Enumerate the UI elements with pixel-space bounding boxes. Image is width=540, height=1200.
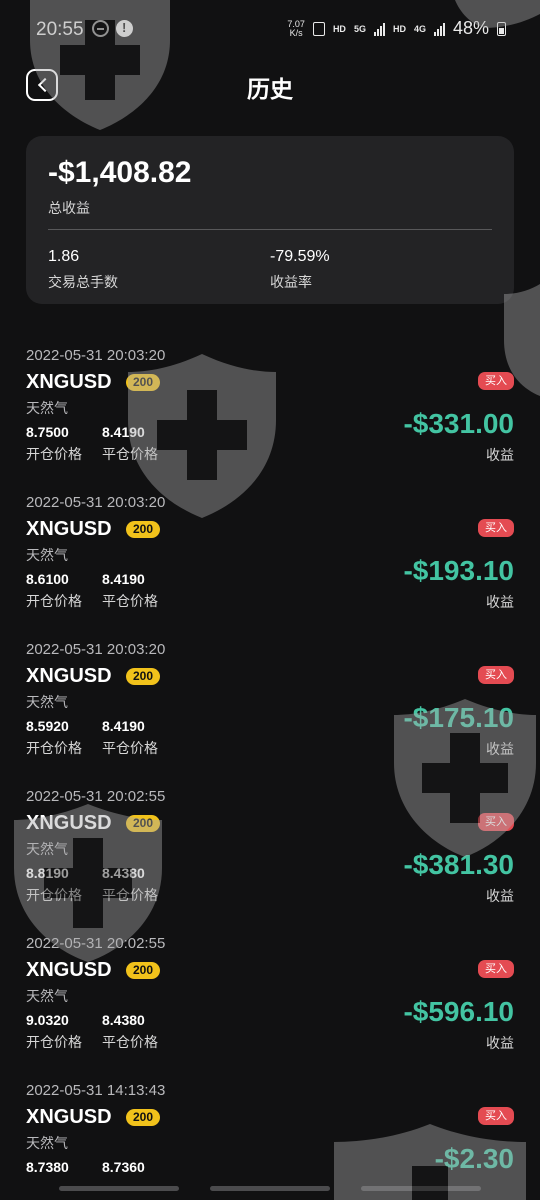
trade-item[interactable]: 2022-05-31 20:03:20 XNGUSD 200 天然气 8.610… [0,494,540,641]
trade-profit: -$331.00 [403,408,514,439]
trade-time: 2022-05-31 20:03:20 [26,641,166,658]
trade-symbol: XNGUSD [26,812,112,834]
open-price-label: 开仓价格 [26,741,82,757]
network-speed-unit: K/s [289,27,303,38]
alert-icon [116,20,133,37]
trade-instrument-name: 天然气 [26,401,68,417]
trade-instrument-name: 天然气 [26,1136,68,1152]
return-rate-value: -79.59% [270,248,330,265]
leverage-badge: 200 [126,1109,161,1126]
close-price-label: 平仓价格 [102,594,158,610]
leverage-badge: 200 [126,815,161,832]
total-profit-value: -$1,408.82 [48,156,192,189]
return-rate-label: 收益率 [270,275,312,291]
battery-icon [497,21,506,36]
trade-profit: -$175.10 [403,702,514,733]
open-price-label: 开仓价格 [26,888,82,904]
network-speed: 7.07 K/s [287,19,305,38]
buy-side-badge: 买入 [478,666,514,684]
leverage-badge: 200 [126,962,161,979]
signal-bars-icon-2 [433,22,445,36]
leverage-badge: 200 [126,521,161,538]
trade-profit: -$2.30 [434,1143,514,1174]
status-time: 20:55 [36,19,84,40]
trade-item[interactable]: 2022-05-31 20:02:55 XNGUSD 200 天然气 8.819… [0,788,540,935]
status-bar: 20:55 7.07 K/s HD 5G HD 4G 48% [0,0,540,60]
trade-instrument-name: 天然气 [26,548,68,564]
trade-profit-label: 收益 [486,889,514,905]
close-price-value: 8.4190 [102,571,145,587]
trade-instrument-name: 天然气 [26,989,68,1005]
open-price-value: 9.0320 [26,1012,69,1028]
nav-indicator-right [361,1186,481,1191]
trade-item[interactable]: 2022-05-31 20:02:55 XNGUSD 200 天然气 9.032… [0,935,540,1082]
do-not-disturb-icon [92,20,109,37]
trade-profit-label: 收益 [486,1036,514,1052]
open-price-value: 8.6100 [26,571,69,587]
leverage-badge: 200 [126,374,161,391]
trade-item[interactable]: 2022-05-31 20:03:20 XNGUSD 200 天然气 8.750… [0,347,540,494]
trade-instrument-name: 天然气 [26,842,68,858]
total-lots-label: 交易总手数 [48,275,118,291]
trade-instrument-name: 天然气 [26,695,68,711]
trade-time: 2022-05-31 20:02:55 [26,788,166,805]
close-price-value: 8.4380 [102,1012,145,1028]
buy-side-badge: 买入 [478,960,514,978]
close-price-label: 平仓价格 [102,888,158,904]
trade-profit-label: 收益 [486,595,514,611]
page-header: 历史 [0,60,540,110]
trade-symbol: XNGUSD [26,518,112,540]
trade-symbol: XNGUSD [26,959,112,981]
close-price-value: 8.4190 [102,718,145,734]
trade-profit-label: 收益 [486,448,514,464]
total-lots-value: 1.86 [48,248,80,265]
hd-indicator-2: HD [392,23,406,34]
vpn-icon [312,21,325,36]
open-price-value: 8.7380 [26,1159,69,1175]
hd-indicator-1: HD [332,23,346,34]
buy-side-badge: 买入 [478,813,514,831]
trade-item[interactable]: 2022-05-31 14:13:43 XNGUSD 200 天然气 8.738… [0,1082,540,1200]
trade-time: 2022-05-31 20:02:55 [26,935,166,952]
buy-side-badge: 买入 [478,1107,514,1125]
trade-profit: -$381.30 [403,849,514,880]
close-price-label: 平仓价格 [102,1035,158,1051]
nav-indicator-left [59,1186,179,1191]
network-5g-label: 5G [353,23,366,34]
close-price-label: 平仓价格 [102,447,158,463]
status-indicators: 7.07 K/s HD 5G HD 4G 48% [287,18,506,39]
open-price-label: 开仓价格 [26,447,82,463]
open-price-label: 开仓价格 [26,1035,82,1051]
trade-time: 2022-05-31 20:03:20 [26,347,166,364]
gesture-navigation-bar [0,1186,540,1194]
open-price-label: 开仓价格 [26,594,82,610]
buy-side-badge: 买入 [478,372,514,390]
trade-profit: -$193.10 [403,555,514,586]
page-title: 历史 [247,77,293,103]
leverage-badge: 200 [126,668,161,685]
trade-profit-label: 收益 [486,742,514,758]
close-price-value: 8.7360 [102,1159,145,1175]
nav-indicator-center [210,1186,330,1191]
trade-symbol: XNGUSD [26,371,112,393]
open-price-value: 8.8190 [26,865,69,881]
close-price-label: 平仓价格 [102,741,158,757]
total-profit-label: 总收益 [48,201,90,217]
buy-side-badge: 买入 [478,519,514,537]
signal-bars-icon-1 [373,22,385,36]
summary-card: -$1,408.82 总收益 1.86 交易总手数 -79.59% 收益率 [26,136,514,304]
battery-percent: 48% [452,18,489,38]
trade-symbol: XNGUSD [26,665,112,687]
trade-symbol: XNGUSD [26,1106,112,1128]
trade-time: 2022-05-31 20:03:20 [26,494,166,511]
close-price-value: 8.4380 [102,865,145,881]
open-price-value: 8.7500 [26,424,69,440]
trade-profit: -$596.10 [403,996,514,1027]
close-price-value: 8.4190 [102,424,145,440]
trade-time: 2022-05-31 14:13:43 [26,1082,166,1099]
summary-divider [48,229,492,230]
open-price-value: 8.5920 [26,718,69,734]
network-4g-label: 4G [413,23,426,34]
trade-item[interactable]: 2022-05-31 20:03:20 XNGUSD 200 天然气 8.592… [0,641,540,788]
